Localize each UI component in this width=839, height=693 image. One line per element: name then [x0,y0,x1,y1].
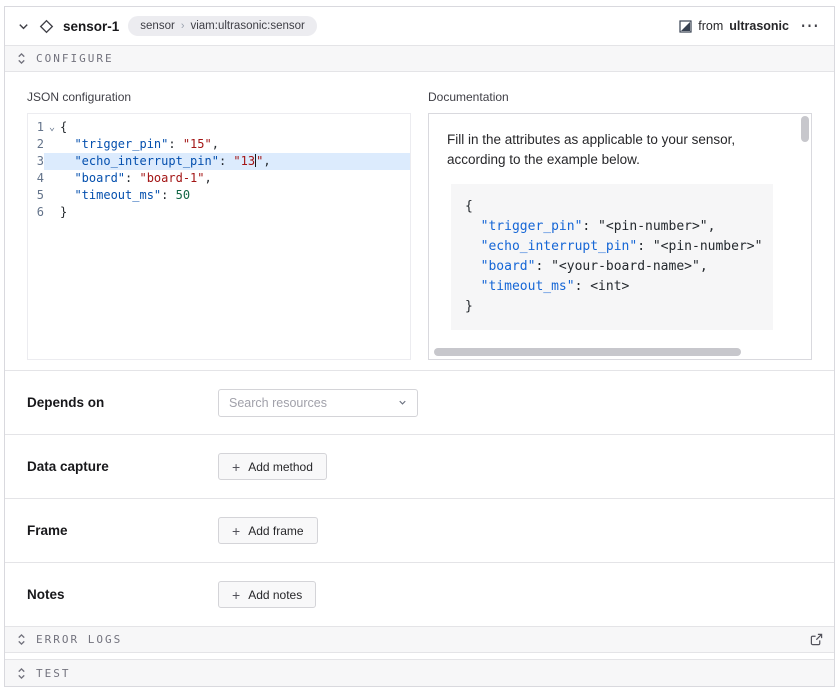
line-number: 4 [28,170,44,187]
code-line: "timeout_ms": <int> [465,277,759,297]
chevron-down-icon [397,397,408,408]
code-line[interactable]: 1⌄{ [28,119,410,136]
unfold-icon [16,667,27,680]
data-capture-row: Data capture + Add method [5,434,834,498]
code-line: { [465,197,759,217]
code-line: "board": "<your-board-name>", [465,257,759,277]
component-type-label: sensor [140,20,175,32]
resource-select[interactable]: Search resources [218,389,418,417]
code-line[interactable]: 5 "timeout_ms": 50 [28,187,410,204]
external-link-icon[interactable] [810,633,823,646]
error-logs-bar[interactable]: ERROR LOGS [5,626,834,653]
documentation-panel: Fill in the attributes as applicable to … [428,113,812,360]
configure-label: CONFIGURE [36,52,114,65]
line-number: 6 [28,204,44,221]
module-icon [679,20,692,33]
add-notes-button[interactable]: + Add notes [218,581,316,608]
notes-label: Notes [27,587,218,602]
test-bar[interactable]: TEST [5,659,834,686]
code-line[interactable]: 4 "board": "board-1", [28,170,410,187]
code-line: "trigger_pin": "<pin-number>", [465,217,759,237]
component-name: sensor-1 [63,19,119,34]
breadcrumb-chevron-icon: › [181,20,185,32]
h-scrollbar-thumb[interactable] [434,348,741,356]
from-module: from ultrasonic [679,19,789,33]
fold-gutter [44,136,60,153]
unfold-icon [16,633,27,646]
configure-body: JSON configuration 1⌄{2 "trigger_pin": "… [5,72,834,370]
frame-row: Frame + Add frame [5,498,834,562]
add-method-button-label: Add method [248,460,313,474]
code-line: "echo_interrupt_pin": "<pin-number>" [465,237,759,257]
add-notes-button-label: Add notes [248,588,302,602]
depends-on-label: Depends on [27,395,218,410]
plus-icon: + [232,588,240,602]
h-scrollbar[interactable] [434,348,795,356]
unfold-icon [16,52,27,65]
data-capture-label: Data capture [27,459,218,474]
add-frame-button[interactable]: + Add frame [218,517,318,544]
depends-on-row: Depends on Search resources [5,370,834,434]
resource-select-placeholder: Search resources [229,396,327,410]
code-line[interactable]: 2 "trigger_pin": "15", [28,136,410,153]
component-diamond-icon [39,19,54,34]
component-card: sensor-1 sensor › viam:ultrasonic:sensor… [4,6,835,687]
documentation-label: Documentation [428,90,812,104]
component-header: sensor-1 sensor › viam:ultrasonic:sensor… [5,7,834,45]
plus-icon: + [232,460,240,474]
code-line[interactable]: 6} [28,204,410,221]
component-breadcrumb-pill: sensor › viam:ultrasonic:sensor [128,16,317,36]
collapse-chevron-icon[interactable] [17,20,30,33]
fold-gutter [44,153,60,170]
frame-label: Frame [27,523,218,538]
line-number: 1 [28,119,44,136]
add-frame-button-label: Add frame [248,524,303,538]
error-logs-label: ERROR LOGS [36,633,122,646]
v-scrollbar[interactable] [801,116,809,345]
add-method-button[interactable]: + Add method [218,453,327,480]
json-config-column: JSON configuration 1⌄{2 "trigger_pin": "… [27,90,411,360]
notes-row: Notes + Add notes [5,562,834,626]
line-number: 2 [28,136,44,153]
fold-gutter [44,170,60,187]
doc-intro-text: Fill in the attributes as applicable to … [447,130,795,170]
v-scrollbar-thumb[interactable] [801,116,809,142]
plus-icon: + [232,524,240,538]
documentation-column: Documentation Fill in the attributes as … [428,90,812,360]
configure-section-bar[interactable]: CONFIGURE [5,45,834,72]
code-line[interactable]: 3 "echo_interrupt_pin": "13", [28,153,410,170]
from-module-label: from [698,19,723,33]
component-model-label: viam:ultrasonic:sensor [190,20,304,32]
doc-code-block: { "trigger_pin": "<pin-number>", "echo_i… [451,184,773,330]
fold-icon[interactable]: ⌄ [44,119,60,136]
line-number: 5 [28,187,44,204]
json-editor[interactable]: 1⌄{2 "trigger_pin": "15",3 "echo_interru… [27,113,411,360]
more-menu-button[interactable]: ⋯ [798,17,822,36]
code-line: } [465,297,759,317]
fold-gutter [44,204,60,221]
json-config-label: JSON configuration [27,90,411,104]
test-label: TEST [36,667,71,680]
line-number: 3 [28,153,44,170]
module-name[interactable]: ultrasonic [729,19,789,33]
fold-gutter [44,187,60,204]
